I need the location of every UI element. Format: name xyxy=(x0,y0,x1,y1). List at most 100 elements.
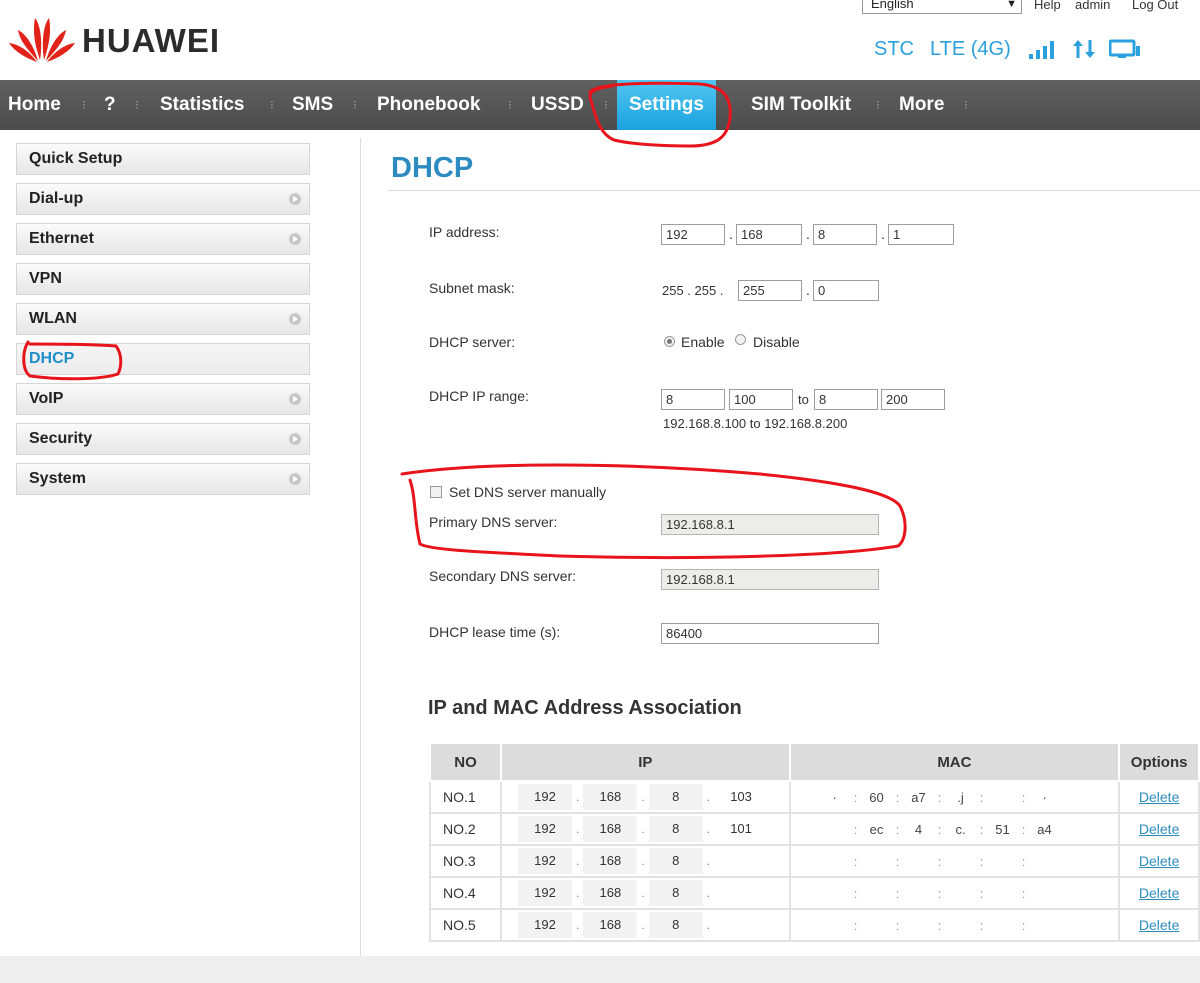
mac-octet-input[interactable]: a4 xyxy=(1031,822,1059,837)
ip-octet-input[interactable]: 168 xyxy=(583,848,638,874)
sidebar-item-dhcp[interactable]: DHCP xyxy=(16,343,310,375)
status-bar: STC LTE (4G) xyxy=(874,36,1141,62)
ip-cell: 192. 168. 8. 101 xyxy=(500,812,791,846)
options-cell: Delete xyxy=(1118,812,1200,846)
ip-octet-input[interactable]: 192 xyxy=(518,784,573,810)
ip-octet-input[interactable] xyxy=(714,912,768,938)
nav-separator: ⁝ xyxy=(964,98,968,112)
data-transfer-icon xyxy=(1072,40,1095,58)
language-select[interactable]: English ▼ xyxy=(862,0,1022,14)
subnet-octet-4-input[interactable]: 0 xyxy=(813,280,879,301)
ip-octet-input[interactable] xyxy=(714,880,768,906)
mac-octet-input[interactable]: 4 xyxy=(905,822,933,837)
nav-home[interactable]: Home xyxy=(8,80,61,130)
ip-octet-input[interactable]: 8 xyxy=(648,816,703,842)
sidebar-item-voip[interactable]: VoIP xyxy=(16,383,310,415)
ip-octet-2-input[interactable]: 168 xyxy=(736,224,802,245)
options-cell: Delete xyxy=(1118,876,1200,910)
subnet-octet-3-input[interactable]: 255 xyxy=(738,280,802,301)
mac-octet-input[interactable]: .j xyxy=(947,790,975,805)
mac-cell: ::::: xyxy=(788,844,1121,878)
row-number: NO.4 xyxy=(428,876,503,910)
mac-octet-input[interactable]: c. xyxy=(947,822,975,837)
mac-octet-input[interactable]: · xyxy=(1031,790,1059,805)
ip-cell: 192. 168. 8. xyxy=(500,876,791,910)
nav-settings[interactable]: Settings xyxy=(617,80,716,130)
ip-octet-4-input[interactable]: 1 xyxy=(888,224,954,245)
nav-sim-toolkit[interactable]: SIM Toolkit xyxy=(751,80,851,130)
delete-link[interactable]: Delete xyxy=(1139,789,1179,805)
sidebar-item-security[interactable]: Security xyxy=(16,423,310,455)
nav-help[interactable]: ? xyxy=(104,80,116,130)
ip-octet-input[interactable]: 168 xyxy=(583,816,638,842)
association-section-title: IP and MAC Address Association xyxy=(428,697,742,719)
sidebar-item-wlan[interactable]: WLAN xyxy=(16,303,310,335)
column-header-no: NO xyxy=(428,742,503,782)
dns-manual-label: Set DNS server manually xyxy=(449,484,607,500)
row-number: NO.2 xyxy=(428,812,503,846)
ip-octet-input[interactable]: 192 xyxy=(518,816,573,842)
page-title: DHCP xyxy=(391,152,474,184)
user-link[interactable]: admin xyxy=(1075,0,1110,12)
column-header-ip: IP xyxy=(500,742,791,782)
sidebar-item-vpn[interactable]: VPN xyxy=(16,263,310,295)
mac-octet-input[interactable]: · xyxy=(821,790,849,805)
dns-manual-checkbox[interactable] xyxy=(430,486,442,498)
delete-link[interactable]: Delete xyxy=(1139,853,1179,869)
dhcp-enable-radio[interactable] xyxy=(664,336,675,347)
help-link[interactable]: Help xyxy=(1034,0,1061,12)
mac-colon: : xyxy=(1021,917,1026,933)
ip-octet-input[interactable]: 8 xyxy=(648,784,703,810)
mac-colon: : xyxy=(979,885,984,901)
mac-colon: : xyxy=(1021,789,1026,805)
ip-octet-input[interactable]: 168 xyxy=(583,880,638,906)
nav-sms[interactable]: SMS xyxy=(292,80,333,130)
ip-octet-input[interactable]: 103 xyxy=(714,784,768,810)
mac-colon: : xyxy=(853,789,858,805)
mac-colon: : xyxy=(937,821,942,837)
delete-link[interactable]: Delete xyxy=(1139,885,1179,901)
nav-ussd[interactable]: USSD xyxy=(531,80,584,130)
ip-octet-input[interactable]: 168 xyxy=(583,784,638,810)
dhcp-disable-radio[interactable] xyxy=(735,334,746,345)
settings-sidebar: Quick Setup Dial-up Ethernet VPN WLAN DH… xyxy=(16,143,310,503)
signal-strength-icon xyxy=(1028,41,1054,59)
nav-more[interactable]: More xyxy=(899,80,944,130)
sidebar-item-system[interactable]: System xyxy=(16,463,310,495)
ip-octet-input[interactable]: 168 xyxy=(583,912,638,938)
nav-statistics[interactable]: Statistics xyxy=(160,80,244,130)
ip-octet-input[interactable]: 192 xyxy=(518,912,573,938)
sidebar-item-quick-setup[interactable]: Quick Setup xyxy=(16,143,310,175)
lease-time-input[interactable]: 86400 xyxy=(661,623,879,644)
delete-link[interactable]: Delete xyxy=(1139,821,1179,837)
logout-link[interactable]: Log Out xyxy=(1132,0,1178,12)
mac-octet-input[interactable]: ec xyxy=(863,822,891,837)
ip-octet-input[interactable]: 8 xyxy=(648,848,703,874)
sidebar-item-label: Quick Setup xyxy=(29,150,123,167)
range-start-octet-3-input[interactable]: 8 xyxy=(661,389,725,410)
secondary-dns-input[interactable]: 192.168.8.1 xyxy=(661,569,879,590)
sidebar-item-label: Ethernet xyxy=(29,230,94,247)
mac-cell: ·:60: a7: .j:: · xyxy=(788,780,1121,814)
mac-octet-input[interactable]: 51 xyxy=(989,822,1017,837)
nav-phonebook[interactable]: Phonebook xyxy=(377,80,480,130)
mac-octet-input[interactable]: a7 xyxy=(905,790,933,805)
sidebar-item-dial-up[interactable]: Dial-up xyxy=(16,183,310,215)
ip-octet-3-input[interactable]: 8 xyxy=(813,224,877,245)
range-end-octet-3-input[interactable]: 8 xyxy=(814,389,878,410)
ip-octet-group: 192. 168. 8. xyxy=(502,880,789,906)
ip-octet-1-input[interactable]: 192 xyxy=(661,224,725,245)
ip-octet-input[interactable] xyxy=(714,848,768,874)
ip-octet-input[interactable]: 101 xyxy=(714,816,768,842)
range-start-octet-4-input[interactable]: 100 xyxy=(729,389,793,410)
sidebar-item-ethernet[interactable]: Ethernet xyxy=(16,223,310,255)
octet-dot: . xyxy=(641,918,645,932)
delete-link[interactable]: Delete xyxy=(1139,917,1179,933)
ip-octet-input[interactable]: 8 xyxy=(648,912,703,938)
ip-octet-input[interactable]: 192 xyxy=(518,880,573,906)
range-end-octet-4-input[interactable]: 200 xyxy=(881,389,945,410)
ip-octet-input[interactable]: 8 xyxy=(648,880,703,906)
mac-octet-input[interactable]: 60 xyxy=(863,790,891,805)
primary-dns-input[interactable]: 192.168.8.1 xyxy=(661,514,879,535)
ip-octet-input[interactable]: 192 xyxy=(518,848,573,874)
